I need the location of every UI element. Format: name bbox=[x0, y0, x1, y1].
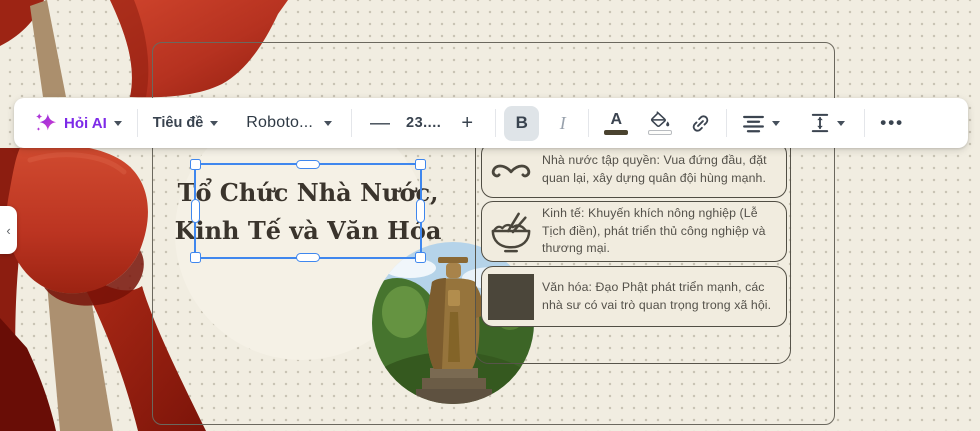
font-size-increase-button[interactable]: + bbox=[447, 105, 487, 141]
text-align-button[interactable] bbox=[735, 105, 787, 141]
resize-handle-se[interactable] bbox=[415, 252, 426, 263]
text-style-label: Tiêu đề bbox=[152, 115, 204, 131]
resize-handle-sw[interactable] bbox=[190, 252, 201, 263]
toolbar-divider bbox=[136, 109, 138, 137]
chevron-down-icon bbox=[324, 121, 333, 126]
resize-handle-n[interactable] bbox=[296, 160, 320, 169]
list-item-economy[interactable]: Kinh tế: Khuyến khích nông nghiệp (Lễ Tị… bbox=[481, 201, 787, 262]
sparkle-icon bbox=[36, 113, 57, 131]
mustache-icon bbox=[482, 158, 540, 182]
line-spacing-button[interactable] bbox=[803, 105, 852, 141]
chevron-down-icon bbox=[772, 121, 781, 126]
italic-button[interactable]: I bbox=[545, 106, 580, 141]
toolbar-divider bbox=[495, 109, 497, 137]
panel-collapse-tab[interactable]: ‹ bbox=[0, 206, 17, 254]
toolbar-divider bbox=[351, 109, 353, 137]
ask-ai-button[interactable]: Hỏi AI bbox=[28, 105, 129, 141]
font-size-value[interactable]: 23.... bbox=[406, 115, 441, 131]
text-color-button[interactable]: A bbox=[597, 105, 635, 141]
resize-handle-ne[interactable] bbox=[415, 159, 426, 170]
line-spacing-icon bbox=[812, 113, 829, 133]
text-color-icon: A bbox=[610, 110, 623, 128]
paint-bucket-icon bbox=[651, 111, 670, 127]
chevron-down-icon bbox=[837, 121, 846, 126]
rice-bowl-icon bbox=[482, 210, 540, 254]
chevron-down-icon bbox=[113, 121, 122, 126]
link-button[interactable] bbox=[683, 105, 718, 141]
bold-icon: B bbox=[515, 113, 528, 132]
italic-icon: I bbox=[559, 112, 566, 133]
list-item-state[interactable]: Nhà nước tập quyền: Vua đứng đầu, đặt qu… bbox=[481, 142, 787, 198]
resize-handle-e[interactable] bbox=[416, 199, 425, 223]
chevron-left-icon: ‹ bbox=[6, 222, 11, 238]
resize-handle-s[interactable] bbox=[296, 253, 320, 262]
minus-icon: — bbox=[370, 111, 391, 134]
font-family-label: Roboto... bbox=[246, 114, 314, 131]
design-canvas: Nhà nước tập quyền: Vua đứng đầu, đặt qu… bbox=[0, 0, 980, 431]
font-family-button[interactable]: Roboto... bbox=[239, 105, 339, 141]
resize-handle-nw[interactable] bbox=[190, 159, 201, 170]
list-item-text: Nhà nước tập quyền: Vua đứng đầu, đặt qu… bbox=[542, 153, 767, 185]
bold-button[interactable]: B bbox=[504, 105, 540, 141]
chevron-down-icon bbox=[210, 121, 219, 126]
text-color-swatch bbox=[604, 129, 629, 135]
more-options-icon: ••• bbox=[880, 113, 905, 132]
fill-color-button[interactable] bbox=[641, 105, 679, 141]
font-size-decrease-button[interactable]: — bbox=[360, 105, 400, 141]
text-toolbar: Hỏi AI Tiêu đề Roboto... — 23.... + B I bbox=[14, 98, 968, 148]
toolbar-divider bbox=[726, 109, 728, 137]
list-item-culture[interactable]: Văn hóa: Đạo Phật phát triển mạnh, các n… bbox=[481, 266, 787, 327]
list-item-text: Kinh tế: Khuyến khích nông nghiệp (Lễ Tị… bbox=[542, 205, 766, 256]
resize-handle-w[interactable] bbox=[191, 199, 200, 223]
link-icon bbox=[693, 114, 709, 132]
text-style-button[interactable]: Tiêu đề bbox=[146, 105, 226, 141]
fill-color-swatch bbox=[648, 130, 673, 135]
more-options-button[interactable]: ••• bbox=[873, 105, 911, 141]
list-item-text: Văn hóa: Đạo Phật phát triển mạnh, các n… bbox=[542, 279, 772, 312]
toolbar-divider bbox=[864, 109, 866, 137]
ask-ai-label: Hỏi AI bbox=[64, 114, 107, 132]
toolbar-divider bbox=[588, 109, 590, 137]
align-center-icon bbox=[743, 115, 765, 132]
plus-icon: + bbox=[461, 111, 474, 134]
dark-square-icon bbox=[482, 273, 540, 320]
selection-box[interactable] bbox=[190, 159, 426, 263]
